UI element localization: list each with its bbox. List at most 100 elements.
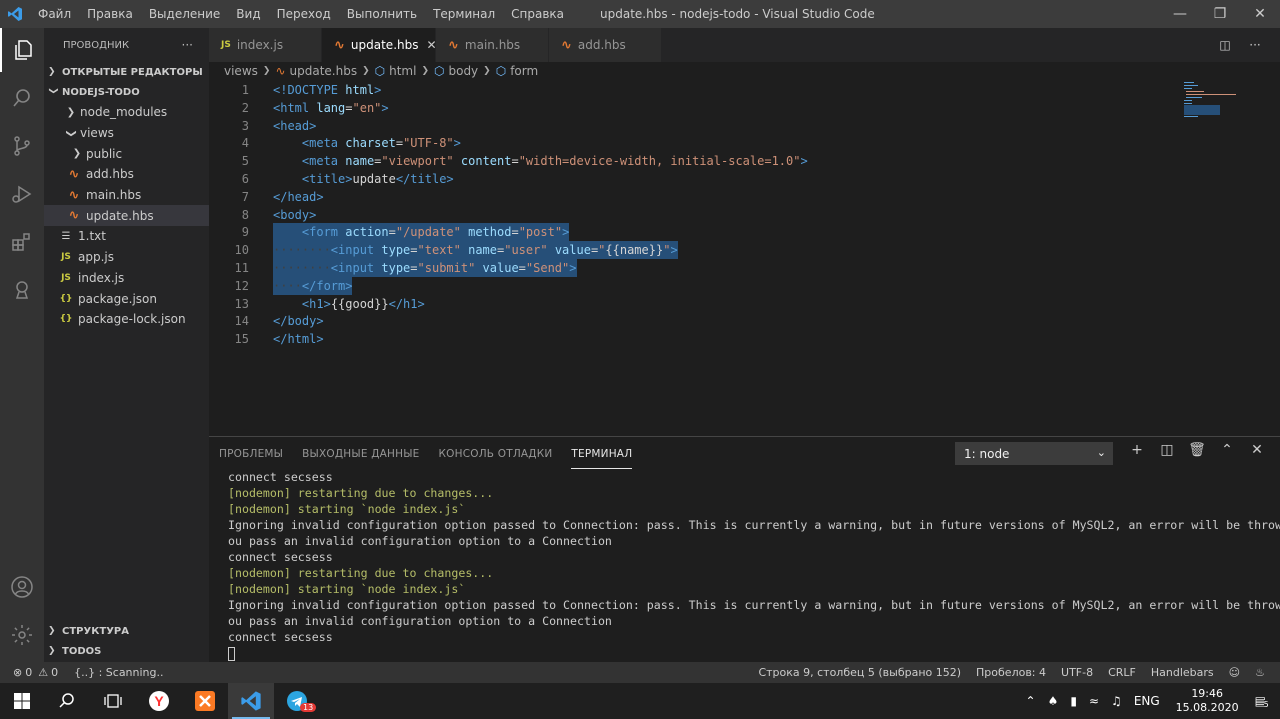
outline-section[interactable]: ❯ СТРУКТУРА — [44, 621, 209, 641]
code-token: </form> — [301, 278, 353, 293]
split-terminal-icon[interactable]: ◫ — [1152, 442, 1182, 458]
menu-item[interactable]: Выполнить — [339, 0, 425, 28]
close-panel-icon[interactable]: ✕ — [1242, 442, 1272, 458]
indentation[interactable]: Пробелов: 4 — [976, 666, 1046, 679]
menu-item[interactable]: Терминал — [425, 0, 503, 28]
remote-explorer-icon[interactable] — [0, 268, 44, 312]
file-item[interactable]: JS index.js — [44, 268, 209, 289]
split-editor-icon[interactable]: ◫ — [1210, 38, 1240, 52]
code-content: ········<input type="text" name="user" v… — [273, 241, 678, 260]
taskbar-search-icon[interactable] — [44, 683, 90, 719]
tab-index-js[interactable]: JS index.js — [209, 28, 322, 62]
folder-item[interactable]: ❯ views — [44, 123, 209, 144]
tab-update-hbs[interactable]: ∿ update.hbs ✕ — [322, 28, 437, 62]
code-token: > — [569, 261, 577, 275]
panel-tab[interactable]: КОНСОЛЬ ОТЛАДКИ — [439, 440, 553, 468]
file-item[interactable]: ∿ add.hbs — [44, 164, 209, 185]
vscode-taskbar-icon[interactable] — [228, 683, 274, 719]
code-editor[interactable]: 1 <!DOCTYPE html> 2 <html lang="en"> 3 <head>… — [209, 80, 1280, 436]
file-item[interactable]: {} package-lock.json — [44, 309, 209, 330]
task-view-icon[interactable] — [90, 683, 136, 719]
explorer-icon[interactable] — [0, 28, 44, 72]
bell-icon[interactable]: ♨ — [1255, 666, 1265, 679]
errors-count[interactable]: 0 — [25, 666, 32, 679]
element-icon: ⬡ — [495, 64, 507, 78]
line-number: 8 — [241, 207, 249, 222]
run-debug-icon[interactable] — [0, 172, 44, 216]
settings-gear-icon[interactable] — [0, 613, 44, 657]
menu-item[interactable]: Вид — [228, 0, 268, 28]
chevron-up-icon[interactable]: ⌃ — [1026, 694, 1036, 708]
notifications-icon[interactable]: ▤ 5 — [1255, 694, 1269, 709]
file-item[interactable]: JS app.js — [44, 247, 209, 268]
menu-item[interactable]: Справка — [503, 0, 572, 28]
chevron-up-icon[interactable]: ⌃ — [1212, 442, 1242, 458]
project-section[interactable]: ❯ NODEJS-TODO — [44, 82, 209, 102]
code-token: ········ — [273, 243, 331, 258]
terminal-output[interactable]: connect secsess [nodemon] restarting due … — [228, 469, 1280, 661]
breadcrumb-item[interactable]: form — [510, 64, 538, 78]
telegram-icon[interactable]: 13 — [274, 683, 320, 719]
menu-item[interactable]: Файл — [30, 0, 79, 28]
breadcrumb-item[interactable]: html — [389, 64, 416, 78]
folder-item[interactable]: ❯ public — [44, 143, 209, 164]
feedback-icon[interactable]: ☺ — [1229, 666, 1240, 679]
line-ending[interactable]: CRLF — [1108, 666, 1136, 679]
volume-icon[interactable]: ♫ — [1111, 694, 1122, 708]
line-number: 14 — [234, 314, 249, 329]
file-item[interactable]: ∿ update.hbs — [44, 205, 209, 227]
file-item[interactable]: ∿ main.hbs — [44, 185, 209, 206]
breadcrumb-item[interactable]: body — [448, 64, 478, 78]
more-icon[interactable]: ··· — [1240, 38, 1270, 52]
account-icon[interactable] — [0, 565, 44, 609]
language-indicator[interactable]: ENG — [1134, 694, 1160, 708]
menu-item[interactable]: Переход — [269, 0, 339, 28]
code-line: 9 <form action="/update" method="post"> — [209, 223, 1209, 242]
language-mode[interactable]: Handlebars — [1151, 666, 1214, 679]
open-editors-section[interactable]: ❯ ОТКРЫТЫЕ РЕДАКТОРЫ — [44, 62, 209, 82]
errors-icon[interactable]: ⊗ — [13, 666, 22, 679]
network-shield-icon[interactable]: ♠ — [1048, 694, 1059, 708]
explorer-sidebar: ПРОВОДНИК ··· ❯ ОТКРЫТЫЕ РЕДАКТОРЫ ❯ NOD… — [44, 28, 209, 662]
xampp-icon[interactable] — [182, 683, 228, 719]
maximize-button[interactable]: ❐ — [1200, 0, 1240, 28]
breadcrumb-item[interactable]: update.hbs — [290, 64, 358, 78]
new-terminal-button[interactable]: + — [1122, 442, 1152, 458]
terminal-select[interactable]: 1: node ⌄ — [955, 442, 1113, 465]
folder-item[interactable]: ❯ node_modules — [44, 102, 209, 123]
tree-item-label: app.js — [78, 250, 114, 265]
scanning-status[interactable]: {..} : Scanning.. — [74, 666, 163, 679]
panel-tab[interactable]: ПРОБЛЕМЫ — [219, 440, 283, 468]
more-actions-button[interactable]: ··· — [182, 38, 193, 52]
extensions-icon[interactable] — [0, 220, 44, 264]
warnings-count[interactable]: 0 — [51, 666, 58, 679]
breadcrumb-item[interactable]: views — [224, 64, 258, 78]
wifi-icon[interactable]: ≈ — [1089, 694, 1099, 708]
code-line: 7 </head> — [209, 188, 1209, 206]
minimap[interactable] — [1180, 80, 1240, 120]
warnings-icon[interactable]: ⚠ — [38, 666, 48, 679]
code-token: ········ — [273, 261, 331, 275]
battery-icon[interactable]: ▮ — [1070, 694, 1077, 708]
tab-add-hbs[interactable]: ∿ add.hbs — [549, 28, 662, 62]
trash-icon[interactable]: 🗑 — [1182, 442, 1212, 458]
todos-section[interactable]: ❯ TODOS — [44, 641, 209, 661]
windows-start-icon[interactable] — [0, 683, 44, 719]
file-item[interactable]: ☰ 1.txt — [44, 226, 209, 247]
close-window-button[interactable]: ✕ — [1240, 0, 1280, 28]
clock[interactable]: 19:46 15.08.2020 — [1176, 687, 1239, 715]
file-item[interactable]: {} package.json — [44, 288, 209, 309]
line-number: 6 — [241, 172, 249, 186]
encoding[interactable]: UTF-8 — [1061, 666, 1093, 679]
tab-main-hbs[interactable]: ∿ main.hbs — [436, 28, 549, 62]
source-control-icon[interactable] — [0, 124, 44, 168]
yandex-browser-icon[interactable]: Y — [136, 683, 182, 719]
panel-tab[interactable]: ВЫХОДНЫЕ ДАННЫЕ — [302, 440, 419, 468]
cursor-position[interactable]: Строка 9, столбец 5 (выбрано 152) — [758, 666, 961, 679]
menu-item[interactable]: Правка — [79, 0, 141, 28]
search-icon[interactable] — [0, 76, 44, 120]
panel-tab[interactable]: ТЕРМИНАЛ — [571, 440, 633, 469]
minimize-button[interactable]: — — [1160, 0, 1200, 28]
menu-item[interactable]: Выделение — [141, 0, 228, 28]
